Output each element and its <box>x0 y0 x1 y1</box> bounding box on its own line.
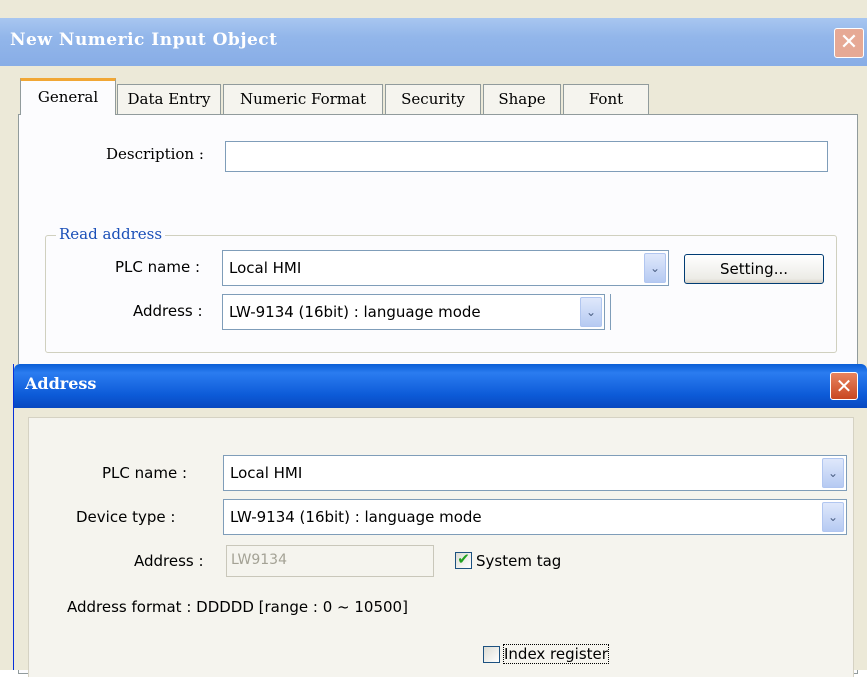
system-tag-checkbox[interactable]: ✔ <box>455 550 472 569</box>
chevron-down-icon[interactable]: ⌄ <box>822 502 844 532</box>
device-address-value: LW9134 <box>231 552 287 568</box>
dialog-title-bar[interactable]: New Numeric Input Object ✕ <box>0 18 867 66</box>
device-type-value: LW-9134 (16bit) : language mode <box>230 508 482 526</box>
tab-font[interactable]: Font <box>563 84 649 114</box>
close-icon: ✕ <box>839 30 859 55</box>
tab-bar: General Data Entry Numeric Format Securi… <box>20 78 860 115</box>
address-format-text: Address format : DDDDD [range : 0 ~ 1050… <box>67 598 408 616</box>
chevron-down-icon[interactable]: ⌄ <box>644 253 666 283</box>
description-input[interactable] <box>225 141 828 172</box>
address-dialog-title-bar[interactable]: Address ✕ <box>14 364 867 408</box>
plc-name-value: Local HMI <box>229 259 302 277</box>
address-extra-field <box>610 294 611 330</box>
plc-name-select[interactable]: Local HMI ⌄ <box>222 250 669 286</box>
system-tag-label: System tag <box>476 552 562 570</box>
close-button[interactable]: ✕ <box>834 28 864 58</box>
address-select[interactable]: LW-9134 (16bit) : language mode ⌄ <box>222 294 605 330</box>
setting-button[interactable]: Setting... <box>684 254 824 284</box>
address-value: LW-9134 (16bit) : language mode <box>229 303 481 321</box>
dialog-title: New Numeric Input Object <box>10 30 278 50</box>
close-icon: ✕ <box>835 374 853 398</box>
address-dialog-title: Address <box>25 374 97 393</box>
index-register-checkbox[interactable] <box>483 646 500 663</box>
tab-shape[interactable]: Shape <box>483 84 561 114</box>
device-type-label: Device type : <box>76 508 176 526</box>
description-label: Description : <box>106 145 204 163</box>
tab-numeric-format[interactable]: Numeric Format <box>223 84 383 114</box>
index-register-label: Index register <box>503 644 609 664</box>
address-close-button[interactable]: ✕ <box>830 372 858 400</box>
tab-general[interactable]: General <box>20 78 116 115</box>
chevron-down-icon[interactable]: ⌄ <box>822 458 844 488</box>
device-type-select[interactable]: LW-9134 (16bit) : language mode ⌄ <box>223 499 847 535</box>
address-plc-name-select[interactable]: Local HMI ⌄ <box>223 455 847 491</box>
device-address-label: Address : <box>134 552 204 570</box>
chevron-down-icon[interactable]: ⌄ <box>580 297 602 327</box>
address-dialog: Address ✕ PLC name : Local HMI ⌄ Device … <box>13 364 867 677</box>
plc-name-label: PLC name : <box>115 258 201 276</box>
address-plc-name-value: Local HMI <box>230 464 303 482</box>
device-address-input[interactable]: LW9134 <box>226 545 434 577</box>
tab-security[interactable]: Security <box>385 84 481 114</box>
read-address-title: Read address <box>56 225 166 243</box>
check-icon: ✔ <box>457 550 470 568</box>
address-label: Address : <box>133 302 203 320</box>
tab-data-entry[interactable]: Data Entry <box>117 84 221 114</box>
address-plc-name-label: PLC name : <box>102 464 188 482</box>
